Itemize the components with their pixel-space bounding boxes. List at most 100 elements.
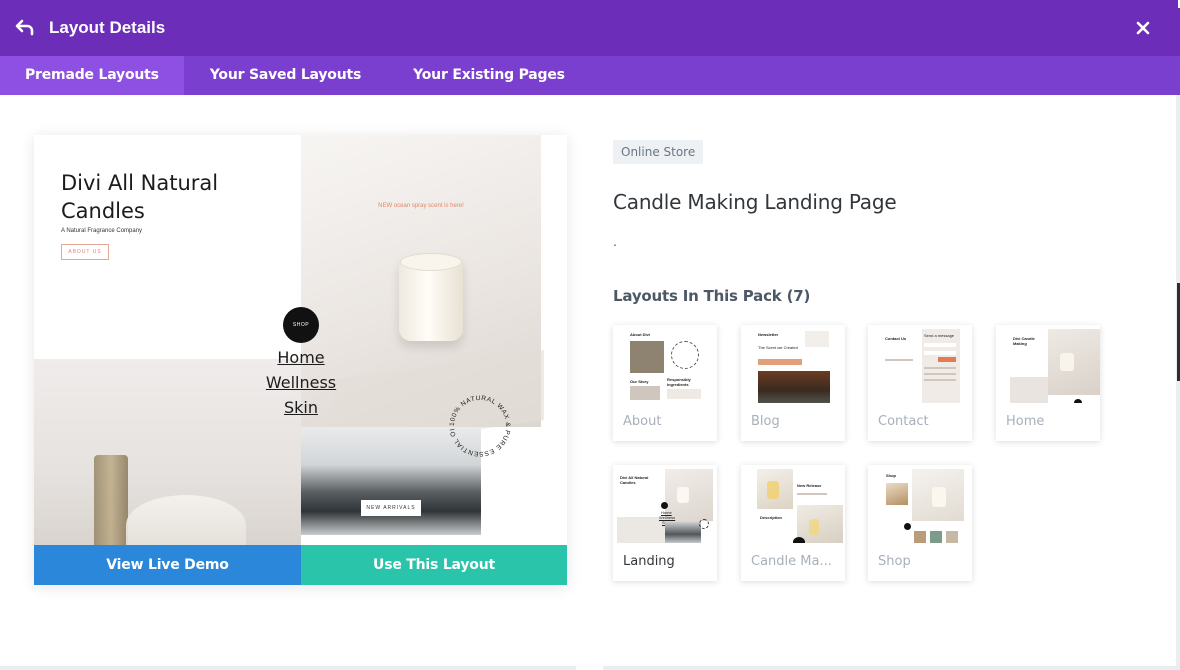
thumb-photo (946, 531, 958, 543)
pack-thumb-home: Divi Candle Making (1010, 329, 1100, 403)
layout-title: Candle Making Landing Page (613, 190, 897, 214)
preview-links: Home Wellness Skin (250, 345, 352, 420)
thumb-dot (661, 502, 668, 509)
pack-thumb-contact: Contact Us Send a message (882, 329, 960, 403)
thumb-text: Divi Candle Making (1013, 336, 1035, 346)
thumb-photo (1010, 377, 1048, 403)
thumb-photo (630, 386, 660, 400)
pack-item-blog[interactable]: Newsletter The Scent we Created Blog (741, 325, 845, 441)
pack-layout-grid: About Divi Our Story Responsibly Ingredi… (613, 325, 1113, 585)
thumb-text: Shop (886, 473, 896, 478)
thumb-line (924, 367, 956, 369)
thumb-candle (677, 487, 689, 503)
thumb-field (924, 343, 956, 347)
thumb-line (924, 379, 956, 381)
pack-thumb-shop: Shop (872, 469, 964, 543)
thumb-photo (630, 341, 664, 373)
pack-item-label: Shop (878, 554, 911, 569)
preview-arrivals-button: NEW ARRIVALS (361, 500, 421, 516)
thumb-field (924, 351, 956, 355)
thumb-form (922, 329, 960, 403)
footer-divider-left (0, 666, 576, 670)
pack-item-label: About (623, 414, 662, 429)
thumb-text: The Scent we Created (758, 345, 798, 350)
thumb-photo (797, 505, 843, 543)
thumb-photo (930, 531, 942, 543)
thumb-candle (1060, 353, 1074, 371)
pack-heading: Layouts In This Pack (7) (613, 287, 811, 305)
back-button[interactable] (14, 17, 36, 39)
pack-item-home[interactable]: Divi Candle Making Home (996, 325, 1100, 441)
thumb-badge (671, 341, 699, 369)
thumb-line (885, 359, 913, 361)
thumb-photo (1048, 329, 1100, 395)
thumb-candle (932, 487, 946, 507)
pack-item-label: Candle Ma... (751, 554, 832, 569)
thumb-dot (793, 537, 805, 543)
thumb-photo (914, 531, 926, 543)
thumb-text: About Divi (630, 332, 650, 337)
thumb-text: Contact Us (885, 336, 907, 341)
footer-divider-right (603, 666, 1180, 670)
thumb-line (797, 493, 827, 495)
modal-header: Layout Details (0, 0, 1180, 56)
pack-item-label: Landing (623, 554, 675, 569)
thumb-text: Divi All Natural Candles (620, 475, 649, 485)
pack-item-landing[interactable]: Divi All Natural Candles Home Wellness S… (613, 465, 717, 581)
category-tag[interactable]: Online Store (613, 140, 704, 164)
thumb-block (758, 359, 802, 365)
pack-item-candle-making[interactable]: New Release Description Candle Ma... (741, 465, 845, 581)
thumb-badge (699, 519, 709, 529)
thumb-dot (904, 523, 911, 530)
close-button[interactable] (1132, 17, 1154, 39)
tab-your-saved-layouts[interactable]: Your Saved Layouts (184, 56, 387, 95)
thumb-line (924, 373, 956, 375)
badge-text: 100% NATURAL WAX & PURE ESSENTIAL OILS • (444, 390, 510, 457)
view-live-demo-button[interactable]: View Live Demo (34, 545, 301, 585)
thumb-photo (665, 469, 713, 521)
preview-link-home: Home (277, 348, 325, 367)
pack-thumb-candle-making: New Release Description (757, 469, 843, 543)
preview-bottle (94, 455, 128, 545)
pack-item-shop[interactable]: Shop Shop (868, 465, 972, 581)
pack-thumb-about: About Divi Our Story Responsibly Ingredi… (627, 329, 705, 403)
thumb-block (667, 389, 701, 399)
scroll-track (1176, 95, 1180, 670)
pack-item-contact[interactable]: Contact Us Send a message Contact (868, 325, 972, 441)
tab-premade-layouts[interactable]: Premade Layouts (0, 56, 184, 95)
thumb-dot (1074, 399, 1082, 403)
svg-text:100% NATURAL WAX & PURE ESSENT: 100% NATURAL WAX & PURE ESSENTIAL OILS • (444, 390, 511, 457)
layout-description: . (613, 233, 617, 249)
modal-title: Layout Details (49, 18, 166, 37)
thumb-candle (767, 481, 779, 499)
preview-announcement: NEW ocean spray scent is here! (378, 203, 464, 209)
thumb-photo (665, 521, 701, 543)
pack-thumb-landing: Divi All Natural Candles Home Wellness S… (617, 469, 713, 543)
close-icon (1136, 21, 1150, 35)
thumb-photo (886, 483, 908, 505)
thumb-text: Description (760, 515, 783, 520)
thumb-text: New Release (797, 483, 822, 488)
preview-candle-top (400, 253, 462, 271)
preview-circular-badge: 100% NATURAL WAX & PURE ESSENTIAL OILS • (444, 390, 511, 457)
thumb-text: Responsibly Ingredients (667, 377, 691, 387)
thumb-text: Send a message (924, 333, 955, 338)
preview-actions: View Live Demo Use This Layout (34, 545, 567, 585)
preview-shop-button: SHOP (283, 307, 319, 343)
undo-arrow-icon (15, 19, 34, 36)
thumb-text: Newsletter (758, 332, 779, 337)
preview-title: Divi All Natural Candles (61, 171, 219, 223)
layout-preview-image[interactable]: Divi All Natural Candles A Natural Fragr… (34, 135, 567, 545)
layout-details-modal: Layout Details Premade Layouts Your Save… (0, 0, 1180, 670)
preview-link-wellness: Wellness (265, 373, 337, 392)
use-this-layout-button[interactable]: Use This Layout (301, 545, 567, 585)
pack-item-about[interactable]: About Divi Our Story Responsibly Ingredi… (613, 325, 717, 441)
thumb-photo (617, 517, 665, 543)
thumb-photo (758, 371, 830, 403)
thumb-button (938, 357, 956, 362)
tab-bar: Premade Layouts Your Saved Layouts Your … (0, 56, 1180, 95)
tab-your-existing-pages[interactable]: Your Existing Pages (387, 56, 591, 95)
pack-item-label: Home (1006, 414, 1045, 429)
pack-item-label: Blog (751, 414, 780, 429)
pack-item-label: Contact (878, 414, 929, 429)
